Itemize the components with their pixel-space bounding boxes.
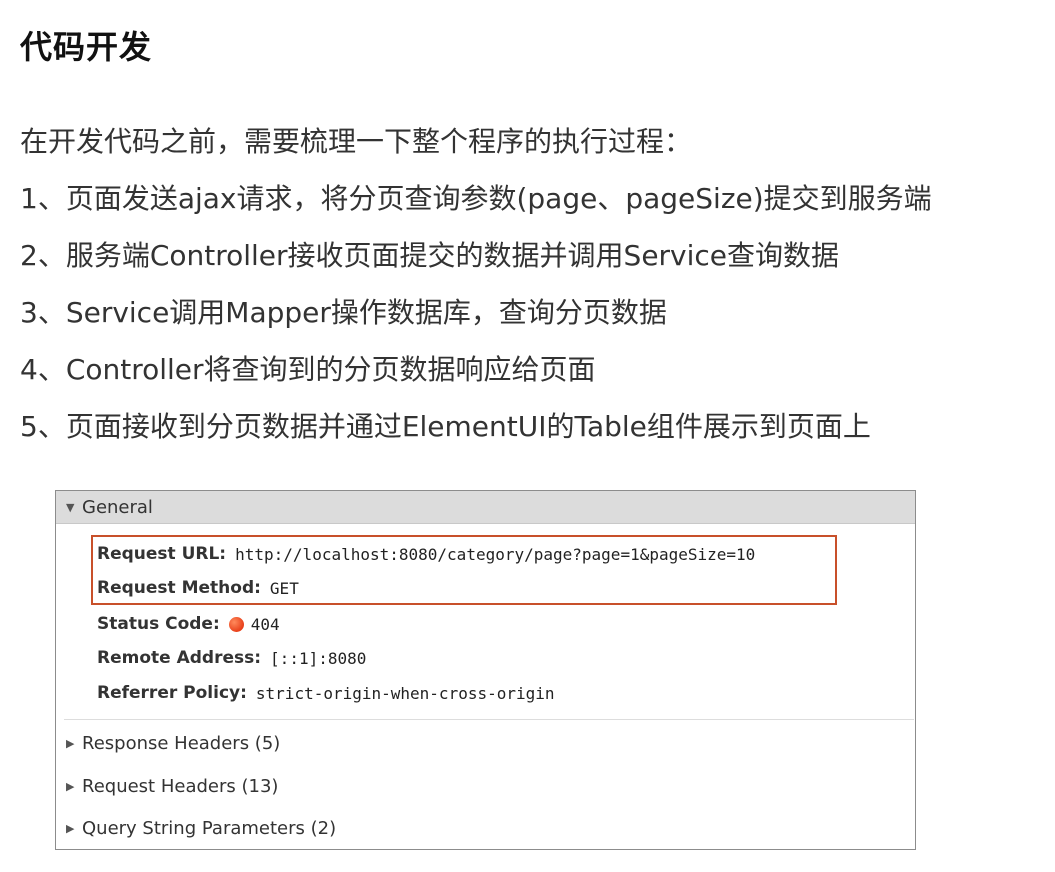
step-1-line: 1、页面发送ajax请求，将分页查询参数(page、pageSize)提交到服务… xyxy=(20,182,932,215)
step-2-line: 2、服务端Controller接收页面提交的数据并调用Service查询数据 xyxy=(20,239,840,272)
triangle-down-icon: ▼ xyxy=(66,500,75,514)
remote-address-row: Remote Address: [::1]:8080 xyxy=(97,643,366,673)
request-method-value: GET xyxy=(269,578,299,598)
remote-address-value: [::1]:8080 xyxy=(270,648,367,668)
body-text: 在开发代码之前，需要梳理一下整个程序的执行过程： 1、页面发送ajax请求，将分… xyxy=(20,120,932,462)
request-headers-label: Request Headers (13) xyxy=(82,775,279,797)
request-url-key: Request URL: xyxy=(97,544,227,564)
status-error-dot-icon xyxy=(228,616,244,632)
step-3-line: 3、Service调用Mapper操作数据库，查询分页数据 xyxy=(20,296,667,329)
section-divider xyxy=(64,719,914,720)
referrer-policy-value: strict-origin-when-cross-origin xyxy=(255,683,555,703)
query-string-parameters-label: Query String Parameters (2) xyxy=(82,817,337,839)
referrer-policy-key: Referrer Policy: xyxy=(97,683,247,703)
response-headers-section[interactable]: ▶ Response Headers (5) xyxy=(66,727,280,759)
devtools-headers-panel: ▼ General Request URL: http://localhost:… xyxy=(55,490,916,850)
step-5-line: 5、页面接收到分页数据并通过ElementUI的Table组件展示到页面上 xyxy=(20,410,871,443)
remote-address-key: Remote Address: xyxy=(97,648,262,668)
general-section-header[interactable]: ▼ General xyxy=(56,491,915,524)
step-4-line: 4、Controller将查询到的分页数据响应给页面 xyxy=(20,353,596,386)
referrer-policy-row: Referrer Policy: strict-origin-when-cros… xyxy=(97,678,555,708)
status-code-value: 404 xyxy=(250,614,280,634)
request-url-row: Request URL: http://localhost:8080/categ… xyxy=(97,539,755,569)
request-method-key: Request Method: xyxy=(97,578,261,598)
request-method-row: Request Method: GET xyxy=(97,573,299,603)
triangle-right-icon: ▶ xyxy=(66,821,75,835)
intro-line: 在开发代码之前，需要梳理一下整个程序的执行过程： xyxy=(20,125,693,158)
request-headers-section[interactable]: ▶ Request Headers (13) xyxy=(66,770,278,802)
status-code-key: Status Code: xyxy=(97,614,220,634)
request-url-value[interactable]: http://localhost:8080/category/page?page… xyxy=(235,545,755,564)
general-section-label: General xyxy=(82,496,153,518)
page-title: 代码开发 xyxy=(20,28,153,66)
triangle-right-icon: ▶ xyxy=(66,779,75,793)
query-string-parameters-section[interactable]: ▶ Query String Parameters (2) xyxy=(66,812,336,844)
triangle-right-icon: ▶ xyxy=(66,736,75,750)
status-code-row: Status Code: 404 xyxy=(97,609,280,639)
response-headers-label: Response Headers (5) xyxy=(82,732,281,754)
